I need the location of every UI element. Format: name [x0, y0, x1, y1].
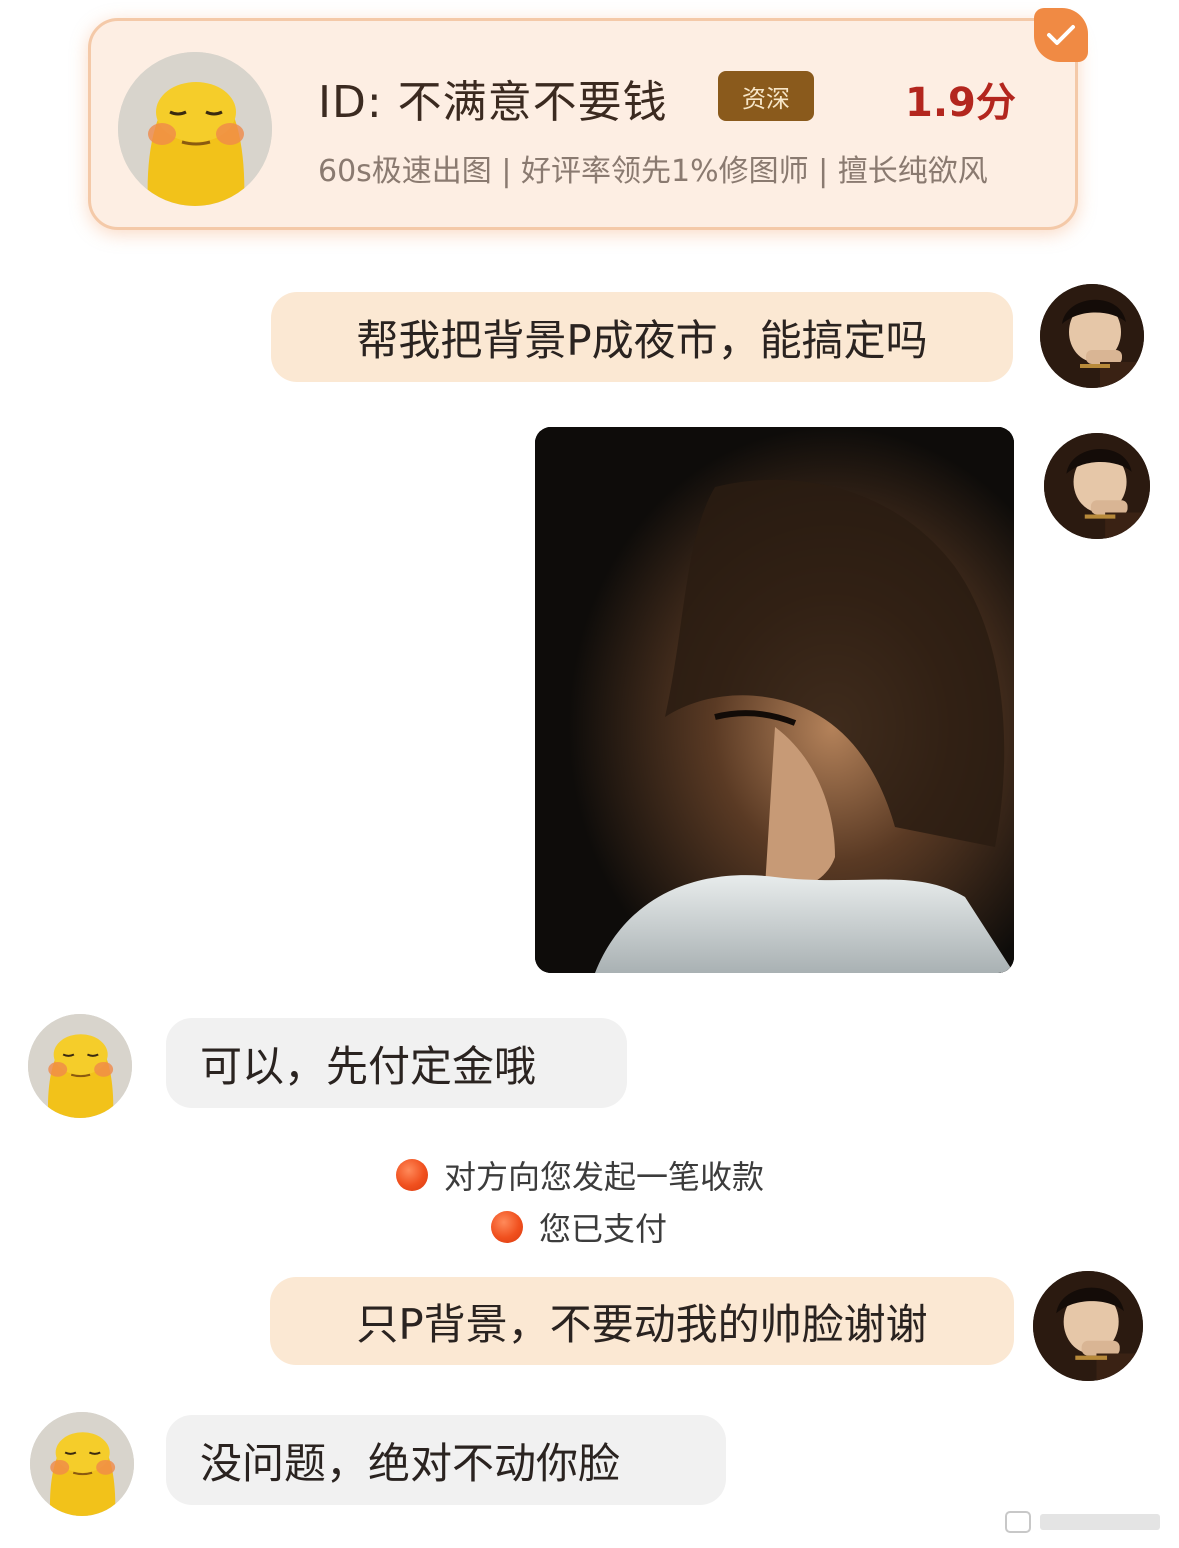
designer-avatar[interactable] [28, 1014, 132, 1118]
designer-avatar[interactable] [118, 52, 272, 206]
watermark-logo-icon [1005, 1511, 1160, 1533]
system-notice: 对方向您发起一笔收款 [396, 1152, 764, 1198]
designer-avatar[interactable] [30, 1412, 134, 1516]
message-bubble-them[interactable]: 可以，先付定金哦 [166, 1018, 627, 1108]
message-bubble-me[interactable]: 帮我把背景P成夜市，能搞定吗 [271, 292, 1013, 382]
message-bubble-me[interactable]: 只P背景，不要动我的帅脸谢谢 [270, 1277, 1014, 1365]
orange-dot-icon [491, 1211, 523, 1243]
chat-screen: ID: 不满意不要钱 资深 1.9分 60s极速出图 | 好评率领先1%修图师 … [0, 0, 1179, 1548]
rating-score: 1.9分 [905, 80, 1016, 126]
system-notice: 您已支付 [491, 1204, 667, 1250]
designer-tags: 60s极速出图 | 好评率领先1%修图师 | 擅长纯欲风 [318, 154, 988, 189]
photo-message[interactable] [535, 427, 1014, 973]
verified-check-icon [1034, 8, 1088, 62]
user-avatar[interactable] [1040, 284, 1144, 388]
user-avatar[interactable] [1033, 1271, 1143, 1381]
user-avatar[interactable] [1044, 433, 1150, 539]
orange-dot-icon [396, 1159, 428, 1191]
designer-id: ID: 不满意不要钱 [318, 77, 668, 128]
message-bubble-them[interactable]: 没问题，绝对不动你脸 [166, 1415, 726, 1505]
senior-badge: 资深 [718, 71, 814, 121]
